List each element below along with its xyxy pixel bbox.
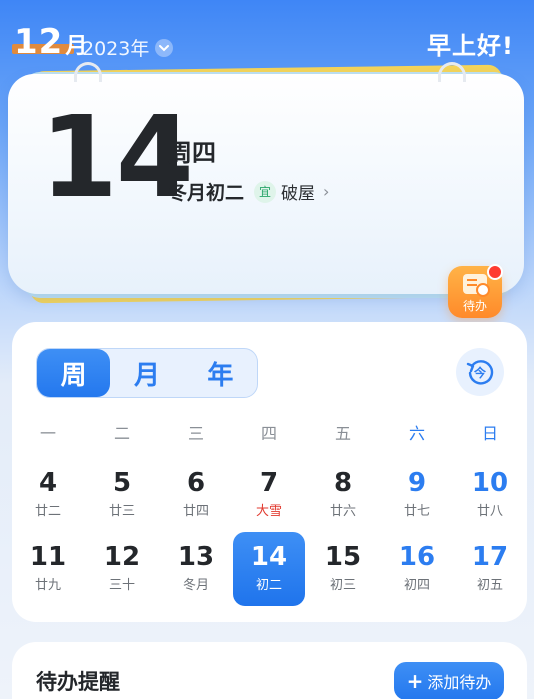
day-cell[interactable]: 12 三十 (86, 532, 158, 606)
binder-ring-icon (74, 62, 102, 82)
solar-term-label: 大雪 (255, 504, 282, 519)
yi-item: 破屋 (281, 184, 316, 204)
lunar-day-label: 初三 (329, 578, 356, 593)
year-selector[interactable]: 2023年 (82, 34, 174, 61)
todo-section-title: 待办提醒 (36, 670, 120, 694)
todo-section: 待办提醒 + 添加待办 (12, 642, 527, 699)
lunar-day-label: 廿七 (403, 504, 430, 519)
day-cell[interactable]: 17 初五 (454, 532, 526, 606)
today-button-label: 今 (473, 365, 487, 380)
plus-icon: + (406, 669, 424, 693)
day-number: 17 (471, 542, 509, 572)
day-cell[interactable]: 4 廿二 (12, 458, 84, 532)
year-label: 2023年 (82, 38, 150, 60)
day-cell[interactable]: 7 大雪 (233, 458, 305, 532)
day-number: 5 (112, 468, 132, 498)
todo-button-label: 待办 (462, 299, 487, 313)
lunar-day-label: 廿四 (182, 504, 209, 519)
month-number: 12 (14, 22, 64, 62)
day-cell[interactable]: 9 廿七 (381, 458, 453, 532)
day-number: 14 (250, 542, 288, 572)
weekday-header: 一 (39, 424, 56, 443)
add-todo-label: 添加待办 (427, 673, 492, 692)
day-number: 16 (398, 542, 436, 572)
view-segmented-control: 周 月 年 (36, 348, 258, 398)
todo-clock-icon (463, 274, 490, 297)
day-number: 9 (407, 468, 427, 498)
day-cell[interactable]: 10 廿八 (454, 458, 526, 532)
lunar-day-label: 初五 (476, 578, 503, 593)
lunar-day-label: 廿二 (34, 504, 61, 519)
day-number: 12 (103, 542, 141, 572)
weekday-header: 三 (187, 424, 204, 443)
lunar-day-label: 廿九 (34, 578, 61, 593)
day-number: 7 (259, 468, 279, 498)
day-cell[interactable]: 16 初四 (381, 532, 453, 606)
day-cell[interactable]: 11 廿九 (12, 532, 84, 606)
lunar-day-label: 廿六 (329, 504, 356, 519)
day-number: 15 (324, 542, 362, 572)
tab-week[interactable]: 周 (37, 349, 111, 397)
weekday-header: 六 (408, 424, 425, 443)
day-number: 10 (471, 468, 509, 498)
lunar-day-label: 初四 (403, 578, 430, 593)
day-cell[interactable]: 6 廿四 (160, 458, 232, 532)
yi-badge: 宜 (254, 180, 277, 203)
weekday-header: 二 (113, 424, 130, 443)
day-cell[interactable]: 8 廿六 (307, 458, 379, 532)
today-weekday: 周四 (168, 139, 216, 167)
day-cell[interactable]: 13 冬月 (160, 532, 232, 606)
lunar-day-label: 廿三 (108, 504, 135, 519)
lunar-date: 冬月初二 (168, 182, 245, 204)
day-cell-selected[interactable]: 14 初二 (233, 532, 305, 606)
day-number: 6 (186, 468, 206, 498)
day-number: 13 (177, 542, 215, 572)
day-cell[interactable]: 15 初三 (307, 532, 379, 606)
calendar-panel: 周 月 年 今 一 二 三 四 五 六 日 4 廿二 5 廿三 6 廿四 7 大雪 8 廿六 9 廿七 10 廿八 11… (12, 322, 527, 622)
day-number: 11 (29, 542, 67, 572)
weekday-header: 四 (260, 424, 277, 443)
lunar-day-label: 冬月 (182, 578, 209, 593)
chevron-right-icon: › (323, 182, 330, 201)
day-number: 4 (38, 468, 58, 498)
tab-month[interactable]: 月 (110, 349, 183, 397)
chevron-down-icon[interactable] (155, 38, 174, 57)
back-to-today-button[interactable]: 今 (456, 348, 504, 396)
add-todo-button[interactable]: + 添加待办 (394, 662, 504, 699)
greeting-text: 早上好! (427, 32, 514, 60)
notification-dot (487, 264, 503, 280)
app-header: 12 月 2023年 早上好! (0, 0, 534, 70)
weekday-header: 日 (481, 424, 498, 443)
binder-ring-icon (438, 62, 466, 82)
lunar-day-label: 廿八 (476, 504, 503, 519)
day-cell[interactable]: 5 廿三 (86, 458, 158, 532)
lunar-day-label: 初二 (255, 578, 282, 593)
lunar-info-row[interactable]: 冬月初二 宜 破屋 › (168, 178, 329, 205)
weekday-header: 五 (334, 424, 351, 443)
month-label[interactable]: 12 月 (14, 22, 87, 62)
today-refresh-icon: 今 (466, 360, 494, 385)
tab-year[interactable]: 年 (184, 349, 257, 397)
lunar-day-label: 三十 (108, 578, 135, 593)
weekday-header-row: 一二三四五六日 (12, 420, 527, 443)
day-number: 8 (333, 468, 353, 498)
